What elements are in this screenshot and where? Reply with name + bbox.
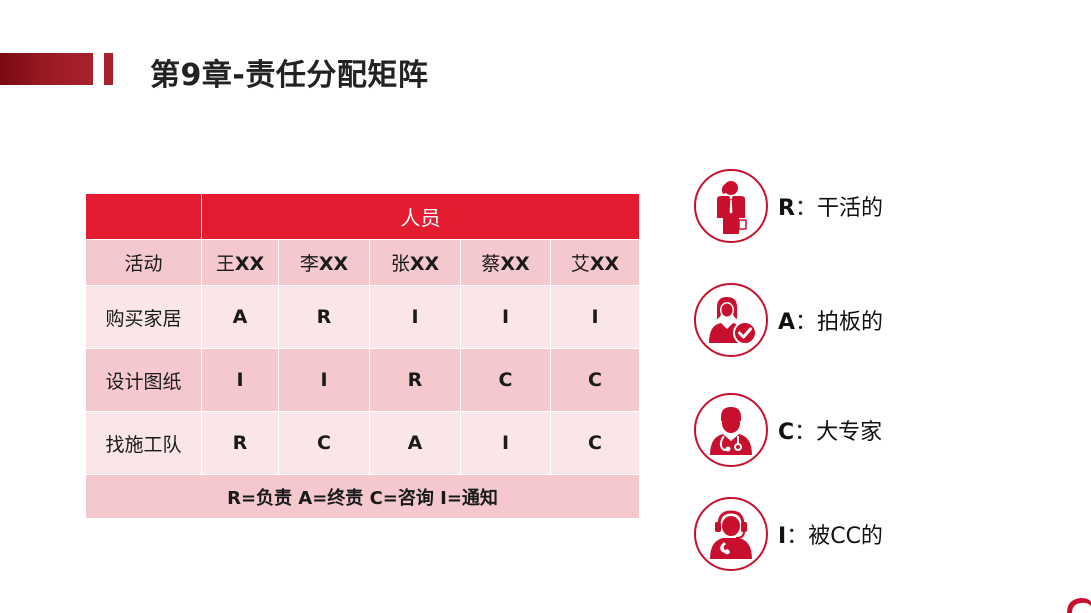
role-description: 大专家 [816,420,883,445]
person-column-header: 张XX [370,240,461,286]
role-description: 干活的 [816,196,883,221]
role-r: R：干活的 [694,169,883,243]
person-surname: 艾 [570,253,590,275]
raci-cell: I [202,349,279,412]
role-description: 拍板的 [817,310,884,335]
approver-checkmark-icon [694,283,768,357]
person-suffix: XX [234,253,265,275]
raci-cell: I [279,349,370,412]
role-c: C：大专家 [694,393,882,467]
role-separator: ： [786,524,809,549]
table-row: 找施工队 R C A I C [86,412,639,475]
raci-cell: R [279,286,370,349]
person-surname: 李 [299,253,319,275]
worker-on-phone-icon [694,169,768,243]
role-letter: C [778,420,795,445]
corner-logo-icon [1055,593,1091,613]
activity-cell: 找施工队 [86,412,202,475]
role-separator: ： [794,196,817,221]
person-surname: 王 [215,253,235,275]
raci-cell: R [202,412,279,475]
role-letter: I [778,524,787,549]
doctor-expert-icon [694,393,768,467]
raci-cell: I [551,286,639,349]
person-column-header: 王XX [202,240,279,286]
role-letter: R [778,196,795,221]
person-suffix: XX [318,253,349,275]
person-column-header: 艾XX [551,240,639,286]
table-row: 购买家居 A R I I I [86,286,639,349]
headset-operator-icon [694,497,768,571]
title-accent-stripe [104,53,113,85]
table-legend-row: R=负责 A=终责 C=咨询 I=通知 [86,475,639,519]
role-a: A：拍板的 [694,283,883,357]
role-label: I：被CC的 [778,518,883,550]
table-row: 设计图纸 I I R C C [86,349,639,412]
raci-cell: I [461,286,551,349]
raci-cell: C [551,349,639,412]
title-accent-bar [0,53,93,85]
activity-cell: 购买家居 [86,286,202,349]
person-column-header: 蔡XX [461,240,551,286]
raci-matrix-table: 人员 活动 王XX 李XX 张XX 蔡XX 艾XX 购买家居 A R I I I… [86,194,639,519]
person-suffix: XX [500,253,530,275]
role-label: C：大专家 [778,414,882,446]
role-separator: ： [794,420,817,445]
raci-cell: C [461,349,551,412]
role-letter: A [778,310,796,335]
table-corner-cell [86,194,202,240]
role-description: 被CC的 [808,524,883,549]
role-i: I：被CC的 [694,497,883,571]
raci-cell: C [279,412,370,475]
raci-cell: C [551,412,639,475]
role-separator: ： [795,310,818,335]
activity-cell: 设计图纸 [86,349,202,412]
activity-column-header: 活动 [86,240,202,286]
role-label: A：拍板的 [778,304,883,336]
raci-cell: A [202,286,279,349]
raci-cell: A [370,412,461,475]
raci-cell: I [370,286,461,349]
raci-cell: R [370,349,461,412]
raci-legend-text: R=负责 A=终责 C=咨询 I=通知 [86,475,639,519]
raci-cell: I [461,412,551,475]
person-surname: 张 [390,253,410,275]
person-column-header: 李XX [279,240,370,286]
table-header-row: 人员 [86,194,639,240]
people-group-header: 人员 [202,194,639,240]
person-suffix: XX [409,253,440,275]
table-column-header-row: 活动 王XX 李XX 张XX 蔡XX 艾XX [86,240,639,286]
person-surname: 蔡 [481,253,501,275]
role-label: R：干活的 [778,190,883,222]
page-title: 第9章-责任分配矩阵 [150,58,429,93]
person-suffix: XX [589,253,620,275]
